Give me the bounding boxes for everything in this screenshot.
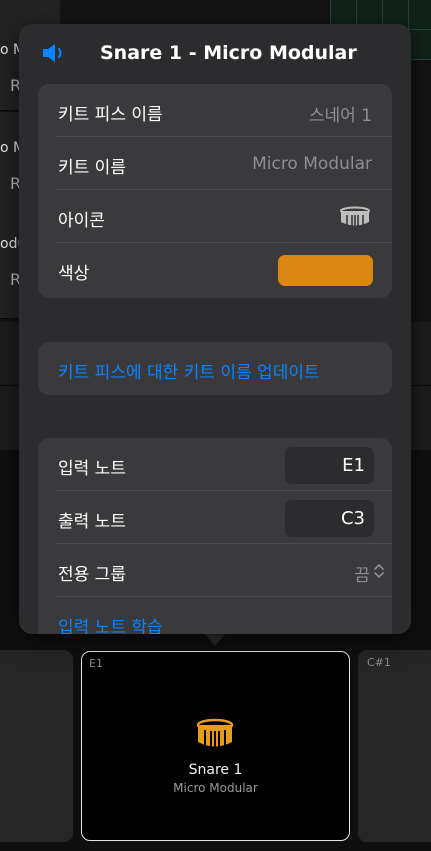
- choke-group-label: 전용 그룹: [58, 565, 126, 585]
- input-note-value: E1: [342, 455, 365, 476]
- icon-row[interactable]: 아이콘: [38, 190, 392, 243]
- pad-kit-name: Micro Modular: [173, 781, 258, 795]
- snare-drum-icon[interactable]: [339, 206, 371, 228]
- icon-label: 아이콘: [58, 211, 105, 231]
- kit-name-label: 키트 이름: [58, 158, 126, 178]
- kit-piece-name-row[interactable]: 키트 피스 이름 스네어 1: [38, 84, 392, 137]
- update-kit-name-button[interactable]: 키트 피스에 대한 키트 이름 업데이트: [38, 342, 392, 395]
- snare-drum-icon: [196, 718, 234, 747]
- input-note-row: 입력 노트 E1: [38, 438, 392, 491]
- output-note-field[interactable]: C3: [285, 500, 374, 537]
- learn-input-note-row[interactable]: 입력 노트 학습: [38, 597, 392, 634]
- choke-group-value[interactable]: 끔: [354, 561, 370, 586]
- kit-name-value[interactable]: Micro Modular: [252, 154, 372, 174]
- popover-arrow: [203, 632, 227, 646]
- drum-pad-c-sharp-1[interactable]: C#1: [358, 650, 431, 842]
- learn-input-note-button[interactable]: 입력 노트 학습: [58, 613, 163, 634]
- choke-group-row[interactable]: 전용 그룹 끔: [38, 544, 392, 597]
- popover-header: Snare 1 - Micro Modular: [19, 24, 411, 84]
- pad-note-label: E1: [89, 657, 103, 670]
- speaker-icon[interactable]: [41, 42, 67, 64]
- color-swatch[interactable]: [278, 255, 373, 286]
- input-note-field[interactable]: E1: [285, 447, 374, 484]
- kit-piece-name-value[interactable]: 스네어 1: [309, 101, 372, 126]
- output-note-value: C3: [340, 508, 365, 529]
- output-note-row: 출력 노트 C3: [38, 491, 392, 544]
- color-label: 색상: [58, 264, 90, 284]
- pad-name: Snare 1: [188, 762, 243, 778]
- input-note-label: 입력 노트: [58, 459, 126, 479]
- drum-pad-selected[interactable]: E1 Snare 1 Micro Modular: [81, 651, 350, 841]
- kit-name-row[interactable]: 키트 이름 Micro Modular: [38, 137, 392, 190]
- pad-note-label: C#1: [367, 656, 391, 669]
- chevron-up-down-icon[interactable]: [374, 563, 384, 579]
- popover-title: Snare 1 - Micro Modular: [100, 42, 357, 64]
- kit-info-group: 키트 피스 이름 스네어 1 키트 이름 Micro Modular 아이콘 색…: [38, 84, 392, 298]
- update-kit-name-label: 키트 피스에 대한 키트 이름 업데이트: [58, 363, 320, 383]
- kit-piece-name-label: 키트 피스 이름: [58, 105, 163, 125]
- note-settings-group: 입력 노트 E1 출력 노트 C3 전용 그룹 끔 입력 노트 학습: [38, 438, 392, 634]
- drum-pad-d-sharp-0[interactable]: [0, 650, 73, 842]
- color-row[interactable]: 색상: [38, 243, 392, 296]
- kit-piece-popover: Snare 1 - Micro Modular 키트 피스 이름 스네어 1 키…: [19, 24, 411, 634]
- output-note-label: 출력 노트: [58, 512, 126, 532]
